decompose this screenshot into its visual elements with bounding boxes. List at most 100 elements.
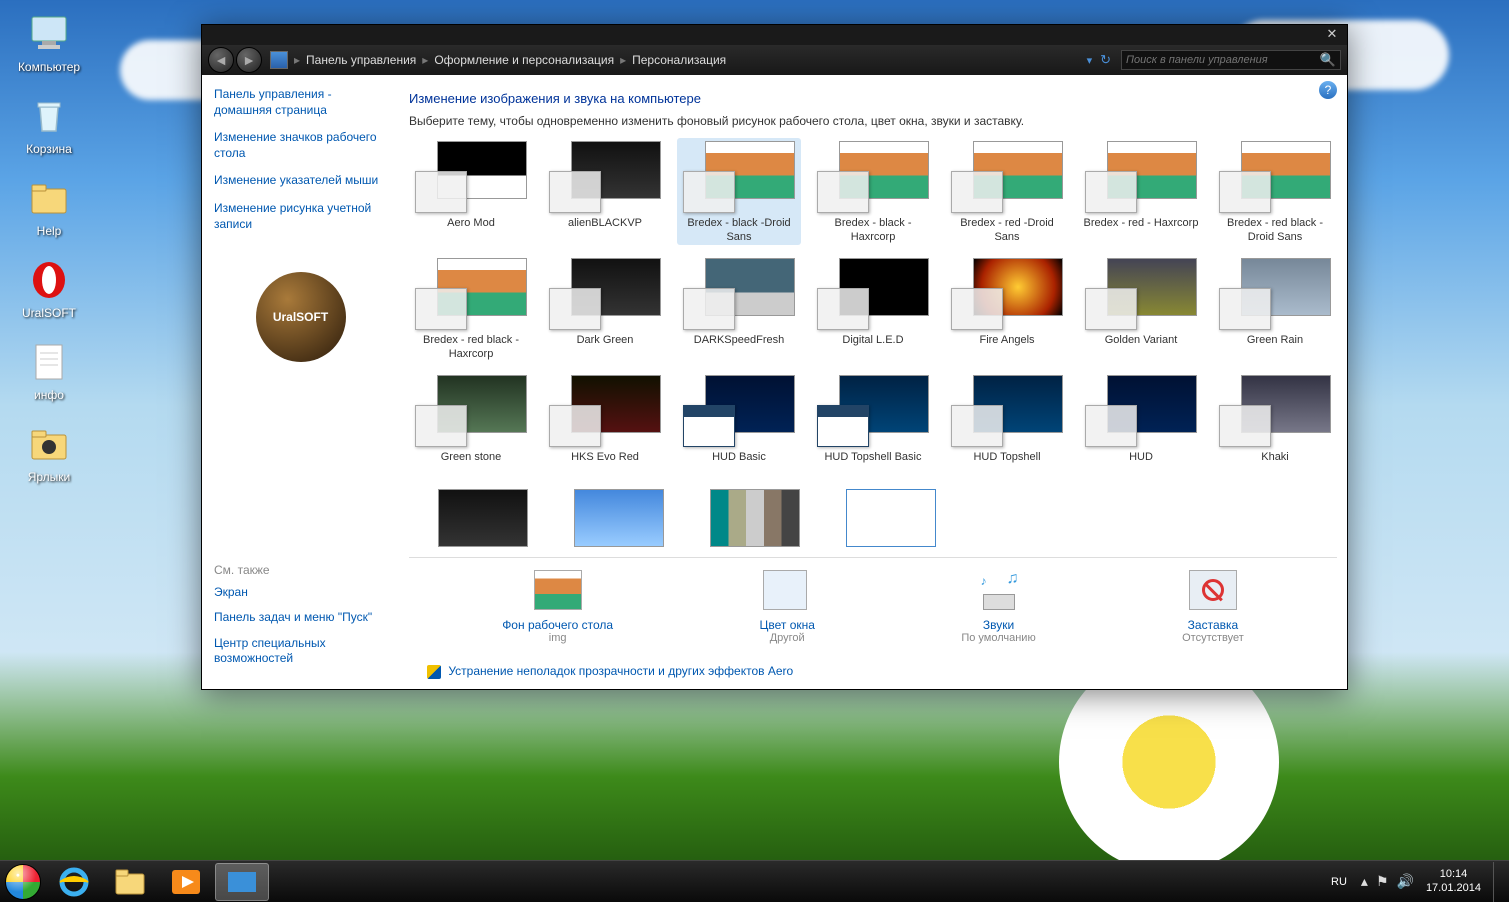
theme-preview bbox=[951, 375, 1063, 447]
theme-preview bbox=[1219, 375, 1331, 447]
theme-item[interactable]: Bredex - black -Droid Sans bbox=[677, 138, 801, 245]
theme-label: Bredex - red black -Droid Sans bbox=[1213, 217, 1337, 245]
theme-item[interactable] bbox=[409, 489, 535, 523]
taskbar-personalization[interactable] bbox=[215, 863, 269, 901]
option-title: Заставка bbox=[1182, 618, 1244, 632]
theme-item[interactable] bbox=[681, 489, 807, 523]
option-subtitle: Отсутствует bbox=[1182, 632, 1244, 644]
personalization-window: ✕ ◄ ► ▸ Панель управления ▸ Оформление и… bbox=[201, 24, 1348, 690]
theme-preview bbox=[824, 489, 936, 519]
theme-label: Fire Angels bbox=[945, 334, 1069, 362]
theme-item[interactable]: Bredex - red black - Haxrcorp bbox=[409, 255, 533, 362]
theme-item[interactable]: HUD Basic bbox=[677, 372, 801, 479]
seealso-link-0[interactable]: Экран bbox=[214, 585, 387, 601]
desktop-icon-label: инфо bbox=[10, 388, 88, 402]
uralsoft-opera-icon bbox=[25, 256, 73, 304]
tray-chevron-icon[interactable]: ▴ bbox=[1361, 873, 1368, 890]
theme-preview bbox=[817, 375, 929, 447]
theme-item[interactable]: Digital L.E.D bbox=[811, 255, 935, 362]
troubleshoot-link[interactable]: Устранение неполадок прозрачности и друг… bbox=[448, 664, 793, 678]
titlebar: ✕ bbox=[202, 25, 1347, 45]
volume-icon[interactable]: 🔊 bbox=[1397, 873, 1414, 890]
settings-panel: Фон рабочего столаimg Цвет окнаДругой ♫♪Зв… bbox=[409, 557, 1337, 656]
info-file-icon bbox=[25, 338, 73, 386]
theme-item[interactable]: Green Rain bbox=[1213, 255, 1337, 362]
theme-preview bbox=[1085, 258, 1197, 330]
theme-item[interactable]: HUD Topshell Basic bbox=[811, 372, 935, 479]
breadcrumb-appearance[interactable]: Оформление и персонализация bbox=[434, 53, 614, 67]
theme-label: HUD Basic bbox=[677, 451, 801, 479]
desktop-icon-recycle-bin[interactable]: Корзина bbox=[10, 92, 88, 156]
theme-item[interactable]: Bredex - red -Droid Sans bbox=[945, 138, 1069, 245]
theme-label: Golden Variant bbox=[1079, 334, 1203, 362]
theme-label: Dark Green bbox=[543, 334, 667, 362]
breadcrumb-root-sep: ▸ bbox=[294, 53, 300, 67]
system-tray: RU ▴ ⚑ 🔊 10:14 17.01.2014 bbox=[1331, 862, 1509, 902]
theme-item[interactable]: Bredex - red - Haxrcorp bbox=[1079, 138, 1203, 245]
clock[interactable]: 10:14 17.01.2014 bbox=[1426, 868, 1481, 894]
theme-preview bbox=[951, 258, 1063, 330]
refresh-icon[interactable]: ↻ bbox=[1100, 52, 1111, 68]
seealso-link-2[interactable]: Центр специальных возможностей bbox=[214, 636, 387, 667]
close-icon[interactable]: ✕ bbox=[1317, 26, 1347, 44]
theme-preview bbox=[683, 258, 795, 330]
theme-item[interactable]: HUD bbox=[1079, 372, 1203, 479]
breadcrumb-control-panel[interactable]: Панель управления bbox=[306, 53, 416, 67]
theme-item[interactable] bbox=[545, 489, 671, 523]
theme-preview bbox=[1085, 141, 1197, 213]
taskbar-ie[interactable] bbox=[47, 863, 101, 901]
option-desktop-background[interactable]: Фон рабочего столаimg bbox=[502, 570, 613, 644]
sidebar-link-1[interactable]: Изменение значков рабочего стола bbox=[214, 130, 387, 161]
search-input[interactable] bbox=[1126, 54, 1320, 66]
history-dropdown-icon[interactable]: ▾ bbox=[1087, 54, 1093, 67]
option-screensaver[interactable]: ЗаставкаОтсутствует bbox=[1182, 570, 1244, 644]
theme-label: Bredex - black -Droid Sans bbox=[677, 217, 801, 245]
theme-label: DARKSpeedFresh bbox=[677, 334, 801, 362]
theme-item[interactable]: HKS Evo Red bbox=[543, 372, 667, 479]
desktop-icon-computer[interactable]: Компьютер bbox=[10, 10, 88, 74]
language-indicator[interactable]: RU bbox=[1331, 876, 1347, 888]
theme-item[interactable]: HUD Topshell bbox=[945, 372, 1069, 479]
sidebar-link-2[interactable]: Изменение указателей мыши bbox=[214, 173, 387, 189]
theme-item[interactable]: Bredex - red black -Droid Sans bbox=[1213, 138, 1337, 245]
desktop-icon-uralsoft-opera[interactable]: UralSOFT bbox=[10, 256, 88, 320]
theme-preview bbox=[1085, 375, 1197, 447]
option-sounds[interactable]: ♫♪ЗвукиПо умолчанию bbox=[961, 570, 1035, 644]
theme-item[interactable]: Dark Green bbox=[543, 255, 667, 362]
search-box[interactable]: 🔍 bbox=[1121, 50, 1341, 70]
search-icon[interactable]: 🔍 bbox=[1320, 52, 1336, 68]
help-icon[interactable]: ? bbox=[1319, 81, 1337, 99]
desktop-icon-info-file[interactable]: инфо bbox=[10, 338, 88, 402]
theme-item[interactable]: Khaki bbox=[1213, 372, 1337, 479]
theme-item[interactable]: Green stone bbox=[409, 372, 533, 479]
nav-back-button[interactable]: ◄ bbox=[208, 47, 234, 73]
theme-item[interactable]: Aero Mod bbox=[409, 138, 533, 245]
start-button[interactable] bbox=[0, 861, 46, 902]
theme-preview bbox=[688, 489, 800, 519]
sidebar-link-0[interactable]: Панель управления - домашняя страница bbox=[214, 87, 387, 118]
desktop-icon-label: Корзина bbox=[10, 142, 88, 156]
show-desktop-button[interactable] bbox=[1493, 862, 1505, 902]
theme-label: Bredex - red - Haxrcorp bbox=[1079, 217, 1203, 245]
taskbar-explorer[interactable] bbox=[103, 863, 157, 901]
theme-preview bbox=[1219, 258, 1331, 330]
theme-item[interactable]: DARKSpeedFresh bbox=[677, 255, 801, 362]
theme-item[interactable]: Bredex - black - Haxrcorp bbox=[811, 138, 935, 245]
desktop-icon-help-folder[interactable]: Help bbox=[10, 174, 88, 238]
seealso-link-1[interactable]: Панель задач и меню "Пуск" bbox=[214, 610, 387, 626]
theme-item[interactable] bbox=[817, 489, 943, 523]
see-also-header: См. также bbox=[214, 563, 387, 577]
breadcrumb-personalization[interactable]: Персонализация bbox=[632, 53, 726, 67]
taskbar-media-player[interactable] bbox=[159, 863, 213, 901]
sidebar-link-3[interactable]: Изменение рисунка учетной записи bbox=[214, 201, 387, 232]
navbar: ◄ ► ▸ Панель управления ▸ Оформление и п… bbox=[202, 45, 1347, 75]
desktop-icon-shortcuts-folder[interactable]: Ярлыки bbox=[10, 420, 88, 484]
option-window-color[interactable]: Цвет окнаДругой bbox=[759, 570, 814, 644]
desktop-icon-label: Компьютер bbox=[10, 60, 88, 74]
theme-item[interactable]: alienBLACKVP bbox=[543, 138, 667, 245]
theme-item[interactable]: Fire Angels bbox=[945, 255, 1069, 362]
action-center-icon[interactable]: ⚑ bbox=[1376, 873, 1389, 890]
theme-item[interactable]: Golden Variant bbox=[1079, 255, 1203, 362]
theme-label: HKS Evo Red bbox=[543, 451, 667, 479]
nav-forward-button[interactable]: ► bbox=[236, 47, 262, 73]
